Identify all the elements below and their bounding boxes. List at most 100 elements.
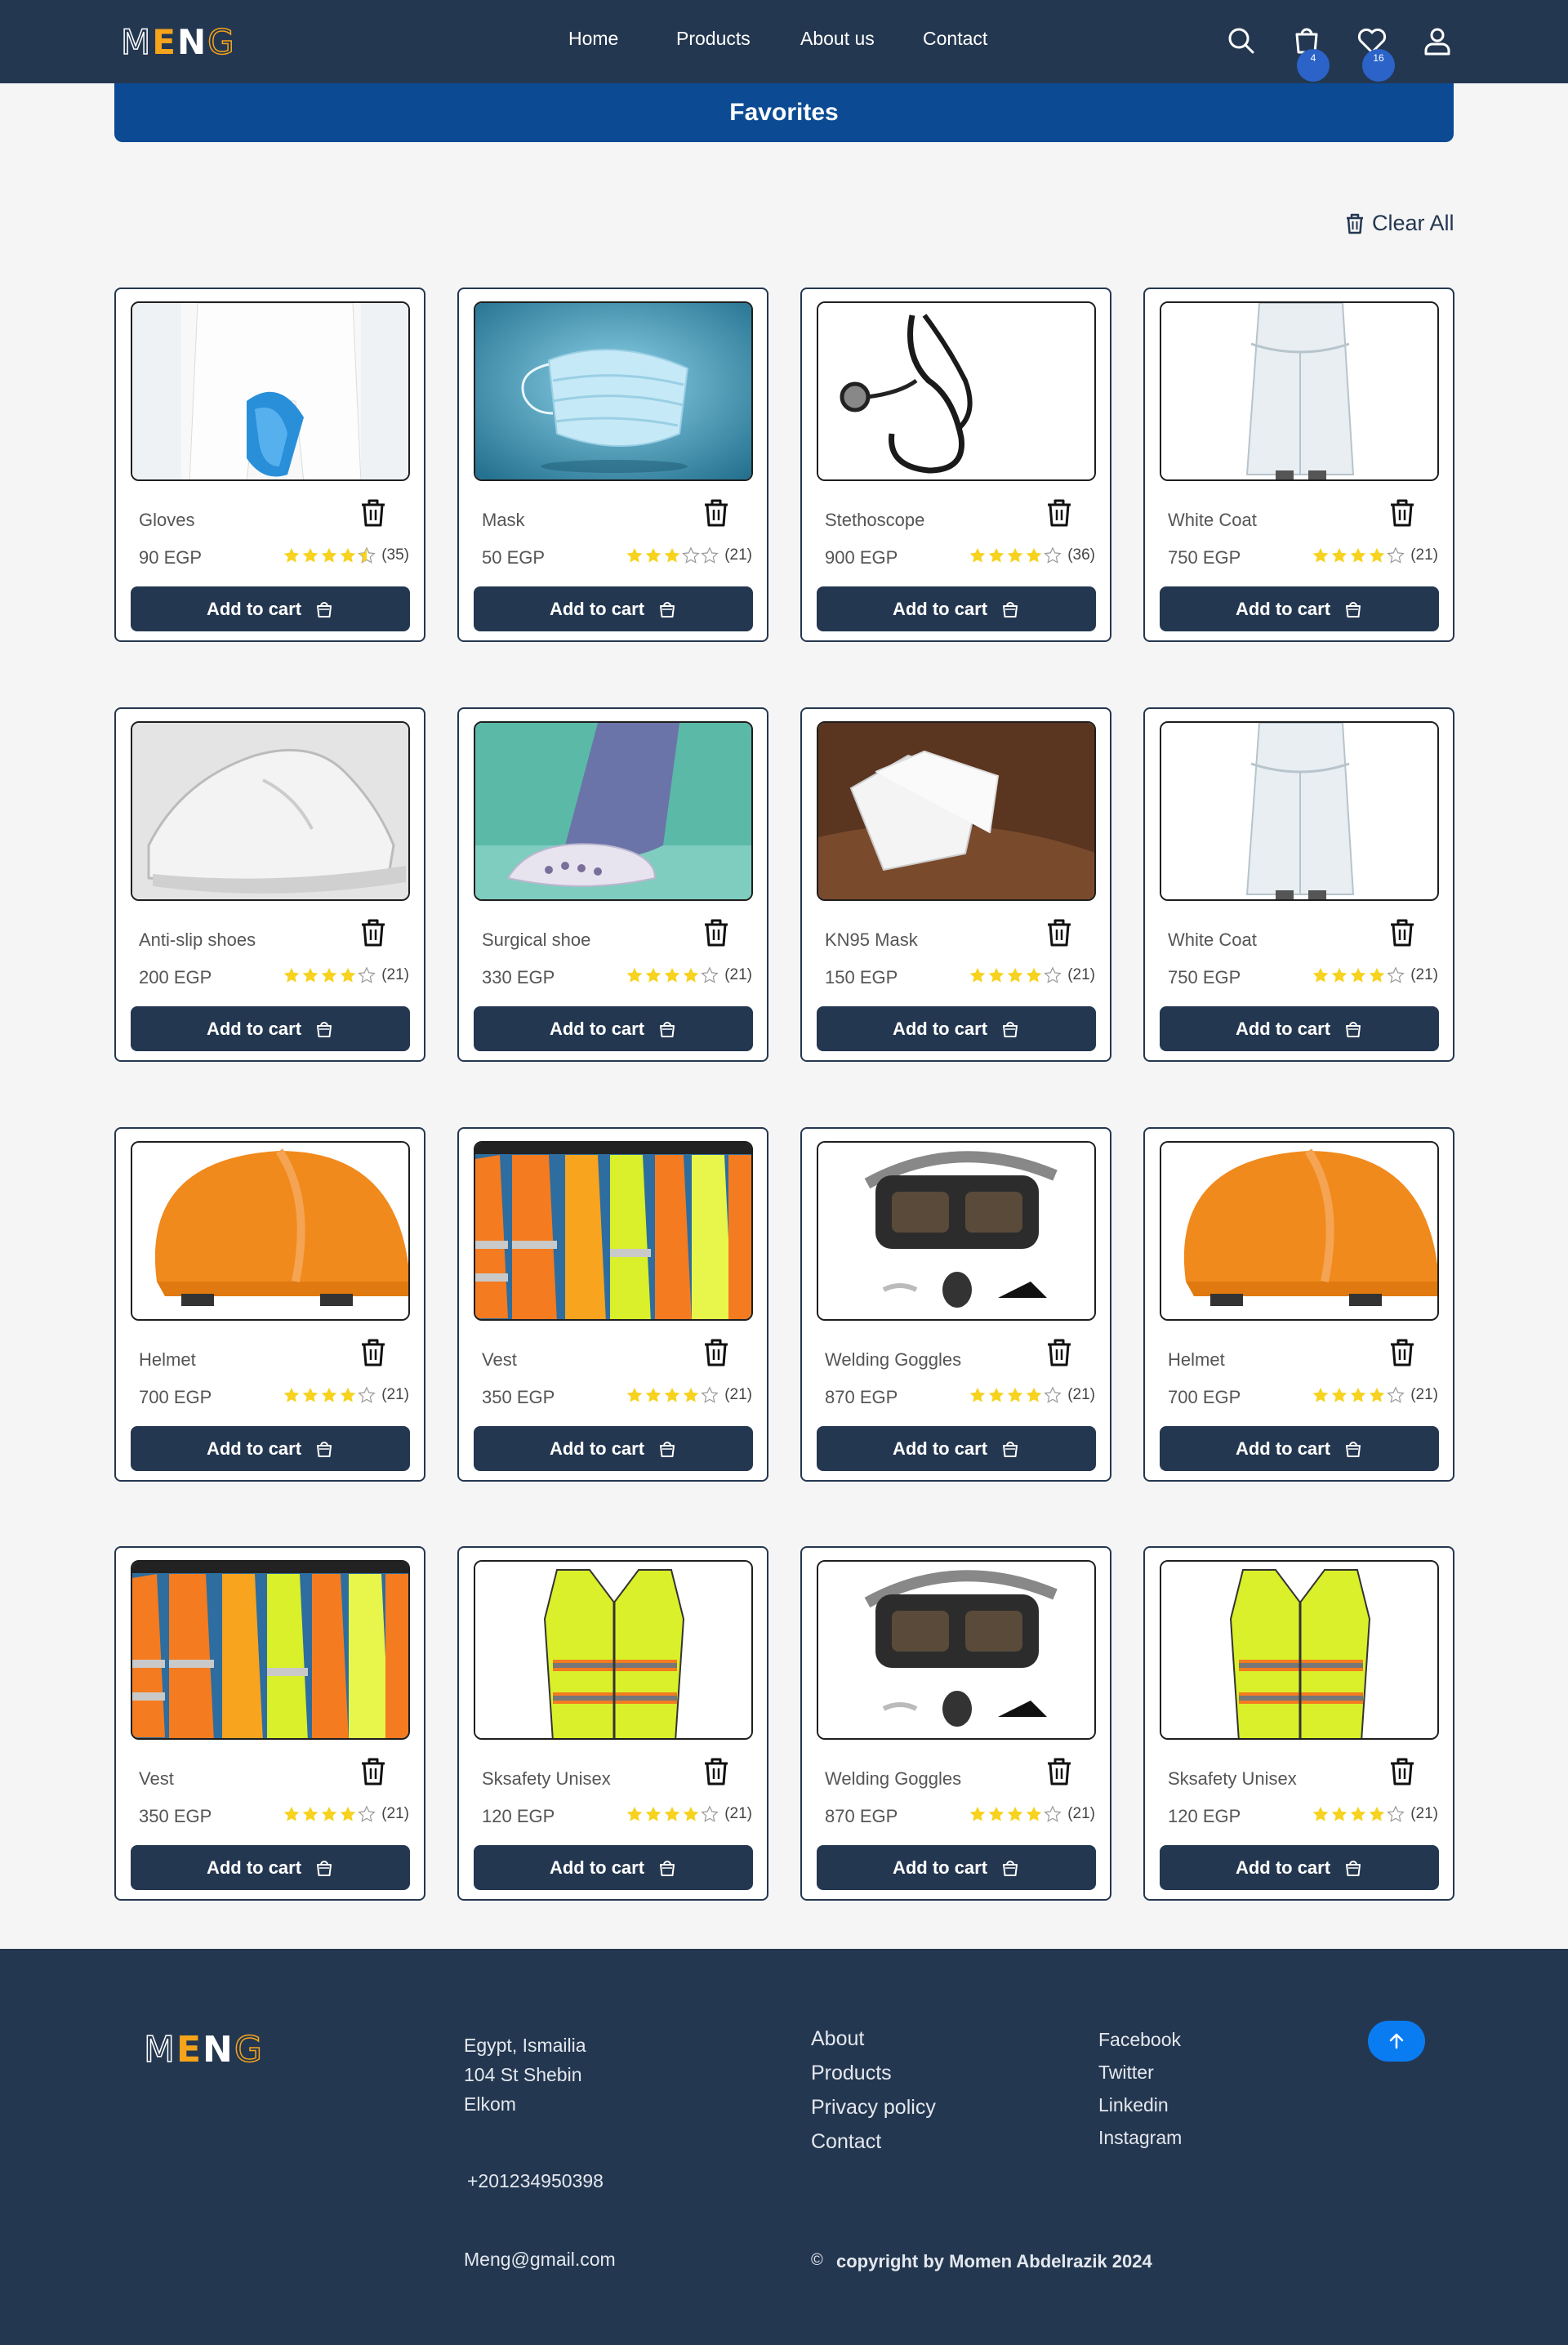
product-image[interactable] xyxy=(1160,1560,1439,1740)
product-image[interactable] xyxy=(817,1560,1096,1740)
add-to-cart-button[interactable]: Add to cart xyxy=(817,586,1096,631)
star-icon xyxy=(358,1386,376,1403)
product-image[interactable] xyxy=(131,721,410,901)
remove-favorite-button[interactable] xyxy=(1044,1336,1075,1369)
product-card[interactable]: Welding Goggles 870 EGP (21) Add to cart xyxy=(800,1546,1111,1901)
social-twitter[interactable]: Twitter xyxy=(1098,2062,1154,2084)
footer-link-contact[interactable]: Contact xyxy=(811,2130,881,2154)
footer-link-about[interactable]: About xyxy=(811,2027,864,2051)
footer-phone[interactable]: +201234950398 xyxy=(467,2166,604,2196)
remove-favorite-button[interactable] xyxy=(358,497,389,529)
nav-about[interactable]: About us xyxy=(800,28,875,50)
product-image[interactable] xyxy=(1160,721,1439,901)
remove-favorite-button[interactable] xyxy=(1387,916,1418,949)
remove-favorite-button[interactable] xyxy=(1387,497,1418,529)
add-to-cart-button[interactable]: Add to cart xyxy=(474,1426,753,1471)
product-card[interactable]: Vest 350 EGP (21) Add to cart xyxy=(457,1127,768,1482)
product-name: KN95 Mask xyxy=(825,930,918,950)
user-icon[interactable] xyxy=(1421,25,1454,57)
footer-link-products[interactable]: Products xyxy=(811,2062,892,2085)
trash-icon xyxy=(705,499,728,527)
add-to-cart-button[interactable]: Add to cart xyxy=(1160,1006,1439,1051)
add-to-cart-button[interactable]: Add to cart xyxy=(474,1006,753,1051)
footer-email[interactable]: Meng@gmail.com xyxy=(464,2245,616,2274)
product-card[interactable]: KN95 Mask 150 EGP (21) Add to cart xyxy=(800,707,1111,1062)
product-card[interactable]: Anti-slip shoes 200 EGP (21) Add to cart xyxy=(114,707,425,1062)
cart-icon xyxy=(1346,1441,1361,1457)
add-to-cart-button[interactable]: Add to cart xyxy=(474,586,753,631)
social-facebook[interactable]: Facebook xyxy=(1098,2029,1181,2051)
remove-favorite-button[interactable] xyxy=(1387,1755,1418,1788)
add-to-cart-button[interactable]: Add to cart xyxy=(131,586,410,631)
star-icon xyxy=(626,547,643,563)
nav-contact[interactable]: Contact xyxy=(923,28,987,50)
product-image[interactable] xyxy=(474,721,753,901)
star-icon xyxy=(1369,967,1385,983)
clear-all-button[interactable]: Clear All xyxy=(1344,211,1454,236)
product-card[interactable]: Gloves 90 EGP (35) Add to cart xyxy=(114,288,425,642)
remove-favorite-button[interactable] xyxy=(1044,497,1075,529)
product-price: 350 EGP xyxy=(482,1387,555,1407)
remove-favorite-button[interactable] xyxy=(358,916,389,949)
product-image[interactable] xyxy=(1160,1141,1439,1321)
product-card[interactable]: White Coat 750 EGP (21) Add to cart xyxy=(1143,707,1454,1062)
remove-favorite-button[interactable] xyxy=(701,916,732,949)
product-card[interactable]: Welding Goggles 870 EGP (21) Add to cart xyxy=(800,1127,1111,1482)
product-card[interactable]: Stethoscope 900 EGP (36) Add to cart xyxy=(800,288,1111,642)
add-to-cart-button[interactable]: Add to cart xyxy=(131,1426,410,1471)
remove-favorite-button[interactable] xyxy=(1044,916,1075,949)
search-icon[interactable] xyxy=(1225,25,1258,57)
rating-count: (21) xyxy=(381,1386,409,1403)
remove-favorite-button[interactable] xyxy=(358,1336,389,1369)
product-image[interactable] xyxy=(817,721,1096,901)
product-name: Mask xyxy=(482,510,525,530)
product-image[interactable] xyxy=(817,1141,1096,1321)
product-image[interactable] xyxy=(1160,301,1439,481)
add-to-cart-button[interactable]: Add to cart xyxy=(817,1006,1096,1051)
nav-home[interactable]: Home xyxy=(568,28,618,50)
product-image[interactable] xyxy=(131,1141,410,1321)
scroll-to-top-button[interactable] xyxy=(1368,2021,1425,2062)
add-to-cart-button[interactable]: Add to cart xyxy=(817,1845,1096,1890)
product-card[interactable]: Helmet 700 EGP (21) Add to cart xyxy=(114,1127,425,1482)
add-to-cart-button[interactable]: Add to cart xyxy=(474,1845,753,1890)
product-card[interactable]: Vest 350 EGP (21) Add to cart xyxy=(114,1546,425,1901)
footer-logo[interactable]: M E N G xyxy=(143,2028,264,2071)
product-card[interactable]: Surgical shoe 330 EGP (21) Add to cart xyxy=(457,707,768,1062)
product-price: 50 EGP xyxy=(482,547,546,568)
remove-favorite-button[interactable] xyxy=(701,1336,732,1369)
add-to-cart-button[interactable]: Add to cart xyxy=(817,1426,1096,1471)
nav-products[interactable]: Products xyxy=(676,28,751,50)
remove-favorite-button[interactable] xyxy=(701,1755,732,1788)
cart-icon xyxy=(317,1441,332,1457)
remove-favorite-button[interactable] xyxy=(1387,1336,1418,1369)
social-linkedin[interactable]: Linkedin xyxy=(1098,2094,1169,2116)
product-card[interactable]: Sksafety Unisex 120 EGP (21) Add to cart xyxy=(457,1546,768,1901)
product-image[interactable] xyxy=(817,301,1096,481)
product-card[interactable]: White Coat 750 EGP (21) Add to cart xyxy=(1143,288,1454,642)
add-to-cart-button[interactable]: Add to cart xyxy=(1160,1426,1439,1471)
star-icon xyxy=(645,1387,662,1402)
product-image[interactable] xyxy=(131,301,410,481)
footer-link-privacy[interactable]: Privacy policy xyxy=(811,2096,936,2120)
social-instagram[interactable]: Instagram xyxy=(1098,2127,1182,2149)
add-to-cart-button[interactable]: Add to cart xyxy=(1160,1845,1439,1890)
product-image[interactable] xyxy=(131,1560,410,1740)
product-card[interactable]: Mask 50 EGP (21) Add to cart xyxy=(457,288,768,642)
cart-icon[interactable]: 4 xyxy=(1290,25,1330,82)
product-card[interactable]: Sksafety Unisex 120 EGP (21) Add to cart xyxy=(1143,1546,1454,1901)
remove-favorite-button[interactable] xyxy=(358,1755,389,1788)
heart-icon[interactable]: 16 xyxy=(1356,25,1395,82)
star-icon xyxy=(1331,1806,1348,1821)
remove-favorite-button[interactable] xyxy=(701,497,732,529)
product-image[interactable] xyxy=(474,301,753,481)
product-image[interactable] xyxy=(474,1560,753,1740)
remove-favorite-button[interactable] xyxy=(1044,1755,1075,1788)
product-image[interactable] xyxy=(474,1141,753,1321)
add-to-cart-button[interactable]: Add to cart xyxy=(131,1845,410,1890)
add-to-cart-button[interactable]: Add to cart xyxy=(1160,586,1439,631)
star-icon xyxy=(988,547,1004,563)
add-to-cart-button[interactable]: Add to cart xyxy=(131,1006,410,1051)
product-card[interactable]: Helmet 700 EGP (21) Add to cart xyxy=(1143,1127,1454,1482)
star-icon xyxy=(1007,547,1023,563)
